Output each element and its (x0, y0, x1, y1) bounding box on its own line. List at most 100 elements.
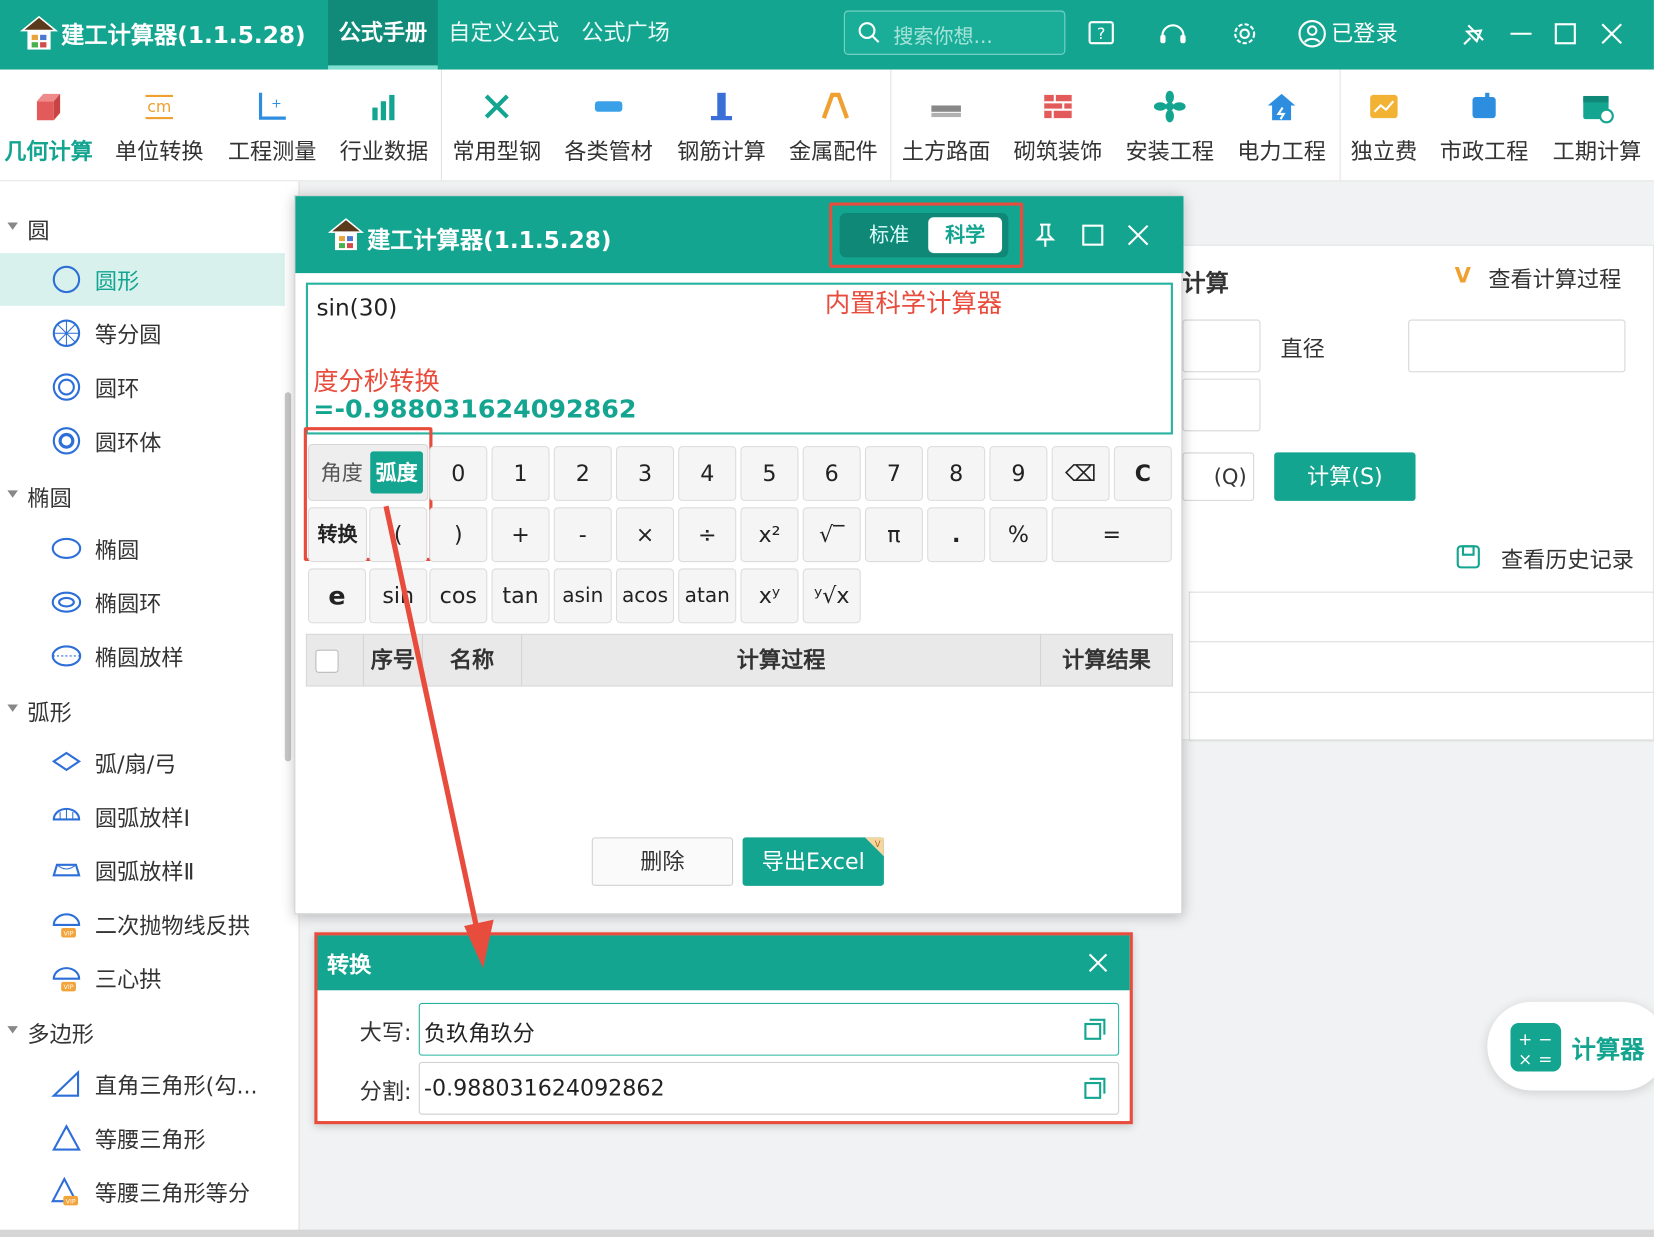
calculator-display[interactable]: sin(30) 度分秒转换 =-0.988031624092862 (305, 282, 1173, 435)
area-field[interactable] (1182, 378, 1261, 432)
tab-formula-square[interactable]: 公式广场 (581, 0, 670, 70)
tree-group-polygon[interactable]: 多边形 (0, 1010, 285, 1052)
key-asin[interactable]: asin (553, 568, 612, 624)
tree-item-isosceles-divide[interactable]: VIP 等腰三角形等分 (0, 1165, 285, 1218)
tree-item-ellipse-layout[interactable]: 椭圆放样 (0, 630, 285, 683)
radius-field[interactable] (1182, 319, 1261, 373)
tree-item-arc-layout-2[interactable]: 圆弧放样Ⅱ (0, 844, 285, 897)
select-all-checkbox[interactable] (315, 649, 339, 673)
tab-custom-formula[interactable]: 自定义公式 (448, 0, 559, 70)
headset-icon[interactable] (1156, 17, 1190, 51)
tool-rebar[interactable]: 钢筋计算 (672, 70, 771, 182)
key-close-paren[interactable]: ) (429, 507, 488, 563)
tree-item-right-triangle[interactable]: 直角三角形(勾... (0, 1058, 285, 1111)
key-3[interactable]: 3 (616, 446, 675, 501)
key-2[interactable]: 2 (553, 446, 612, 501)
tree-item-circle[interactable]: 圆形 (0, 253, 285, 306)
tree-item-divided-circle[interactable]: 等分圆 (0, 307, 285, 360)
key-sqrt[interactable]: √‾ (802, 507, 861, 563)
key-4[interactable]: 4 (678, 446, 737, 501)
export-excel-button[interactable]: 导出Excel (742, 837, 884, 886)
maximize-icon[interactable] (1548, 17, 1582, 51)
clear-button[interactable]: (Q) (1182, 452, 1255, 501)
tree-item-three-center-arch[interactable]: VIP 三心拱 (0, 951, 285, 1004)
calculate-button[interactable]: 计算(S) (1274, 452, 1416, 501)
key-minus[interactable]: - (553, 507, 612, 563)
mode-standard-tab[interactable]: 标准 (848, 219, 930, 251)
tool-metal-fittings[interactable]: 金属配件 (784, 70, 883, 182)
tool-geometry[interactable]: 几何计算 (0, 70, 97, 182)
key-power[interactable]: xʸ (740, 568, 799, 624)
tool-steel-section[interactable]: 常用型钢 (447, 70, 546, 182)
close-icon[interactable] (1085, 950, 1110, 975)
tree-group-circle[interactable]: 圆 (0, 207, 285, 249)
tree-item-arc-layout-1[interactable]: 圆弧放样Ⅰ (0, 790, 285, 843)
key-multiply[interactable]: × (616, 507, 675, 563)
tool-electric[interactable]: 电力工程 (1232, 70, 1331, 182)
key-cos[interactable]: cos (429, 568, 488, 624)
tab-formula-manual[interactable]: 公式手册 (328, 0, 438, 70)
tree-item-arc-sector[interactable]: 弧/扇/弓 (0, 736, 285, 789)
tool-independent-fee[interactable]: 独立费 (1344, 70, 1424, 182)
uppercase-field[interactable]: 负玖角玖分 (418, 1002, 1120, 1056)
key-sin[interactable]: sin (369, 568, 428, 624)
key-9[interactable]: 9 (989, 446, 1048, 501)
search-input[interactable]: 搜索你想... (843, 10, 1066, 55)
key-divide[interactable]: ÷ (678, 507, 737, 563)
split-field[interactable]: -0.988031624092862 (418, 1061, 1120, 1115)
key-open-paren[interactable]: ( (369, 507, 428, 563)
key-acos[interactable]: acos (616, 568, 675, 624)
tool-municipal[interactable]: 市政工程 (1435, 70, 1534, 182)
tree-item-parabola-arch[interactable]: VIP 二次抛物线反拱 (0, 897, 285, 950)
view-process-link[interactable]: 查看计算过程 (1488, 263, 1621, 295)
key-5[interactable]: 5 (740, 446, 799, 501)
key-plus[interactable]: + (491, 507, 550, 563)
help-icon[interactable]: ? (1084, 17, 1118, 51)
tree-item-elliptic-ring[interactable]: 椭圆环 (0, 576, 285, 629)
tool-earthwork[interactable]: 土方路面 (897, 70, 996, 182)
key-percent[interactable]: % (989, 507, 1048, 563)
key-square[interactable]: x² (740, 507, 799, 563)
settings-gear-icon[interactable] (1228, 17, 1262, 51)
key-6[interactable]: 6 (802, 446, 861, 501)
key-pi[interactable]: π (864, 507, 923, 563)
tool-survey[interactable]: + 工程测量 (223, 70, 322, 182)
key-1[interactable]: 1 (491, 446, 550, 501)
tool-masonry[interactable]: 砌筑装饰 (1008, 70, 1107, 182)
key-nth-root[interactable]: ʸ√x (802, 568, 861, 624)
tree-item-ring[interactable]: 圆环 (0, 361, 285, 414)
tree-item-torus[interactable]: 圆环体 (0, 414, 285, 467)
minimize-icon[interactable] (1504, 17, 1538, 51)
pin-icon[interactable] (1032, 221, 1059, 248)
mode-scientific-tab[interactable]: 科学 (928, 217, 1003, 254)
unit-radian-option[interactable]: 弧度 (370, 451, 423, 494)
floating-calculator-button[interactable]: + − × = 计算器 (1487, 1001, 1654, 1091)
close-icon[interactable] (1595, 17, 1629, 51)
diameter-field[interactable] (1408, 319, 1626, 373)
key-e[interactable]: e (308, 568, 367, 624)
tree-item-isosceles-triangle[interactable]: 等腰三角形 (0, 1112, 285, 1165)
login-status[interactable]: 已登录 (1331, 17, 1397, 49)
key-backspace[interactable]: ⌫ (1051, 446, 1110, 501)
tool-pipes[interactable]: 各类管材 (559, 70, 658, 182)
user-icon[interactable] (1295, 17, 1329, 51)
tool-unit-convert[interactable]: cm 单位转换 (110, 70, 209, 182)
tool-industry-data[interactable]: 行业数据 (334, 70, 433, 182)
tree-item-ellipse[interactable]: 椭圆 (0, 522, 285, 575)
maximize-icon[interactable] (1079, 221, 1106, 248)
tool-schedule[interactable]: 工期计算 (1546, 70, 1647, 182)
key-8[interactable]: 8 (927, 446, 986, 501)
key-0[interactable]: 0 (429, 446, 488, 501)
key-decimal[interactable]: . (927, 507, 986, 563)
tree-group-ellipse[interactable]: 椭圆 (0, 475, 285, 517)
tool-installation[interactable]: 安装工程 (1120, 70, 1219, 182)
view-history-link[interactable]: 查看历史记录 (1501, 543, 1634, 575)
unit-degree-option[interactable]: 角度 (315, 451, 368, 493)
delete-button[interactable]: 删除 (591, 837, 734, 886)
key-atan[interactable]: atan (678, 568, 737, 624)
key-clear[interactable]: C (1113, 446, 1172, 501)
close-icon[interactable] (1124, 221, 1151, 248)
copy-icon[interactable] (1082, 1017, 1107, 1042)
pin-icon[interactable] (1458, 17, 1492, 51)
tree-group-arc[interactable]: 弧形 (0, 689, 285, 731)
